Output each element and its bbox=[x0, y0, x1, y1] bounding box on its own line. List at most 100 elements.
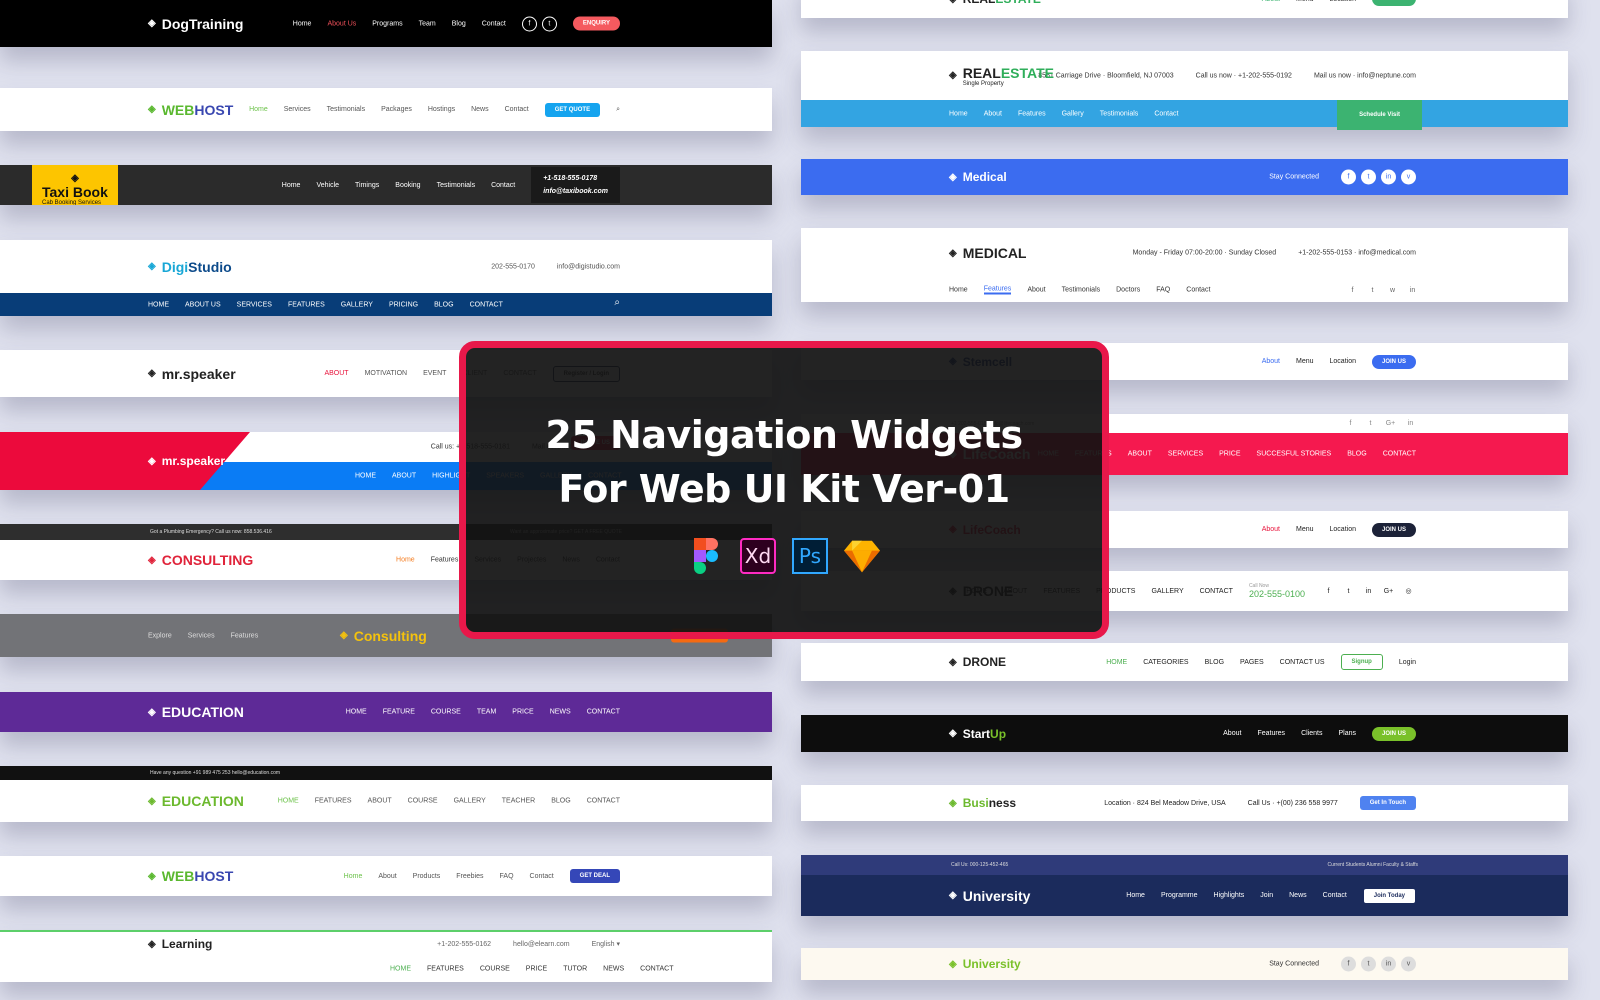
brand-logo[interactable]: ◈ EDUCATION bbox=[148, 704, 244, 720]
nav-item-blog[interactable]: Blog bbox=[452, 20, 466, 27]
social-in-icon[interactable]: in bbox=[1361, 584, 1376, 599]
social-t-icon[interactable]: t bbox=[1341, 584, 1356, 599]
brand-logo[interactable]: ◈ REALESTATE bbox=[949, 0, 1041, 6]
brand-logo[interactable]: ◈ Medical bbox=[949, 170, 1007, 184]
nav-item-blog[interactable]: BLOG bbox=[1205, 659, 1224, 666]
nav-item-location[interactable]: Location bbox=[1330, 526, 1356, 533]
nav-item-home[interactable]: Home bbox=[293, 20, 312, 27]
nav-item-menu[interactable]: Menu bbox=[1296, 0, 1314, 3]
nav-item-contact[interactable]: Contact bbox=[1323, 892, 1347, 899]
nav-item-features[interactable]: FEATURES bbox=[427, 966, 464, 973]
social-t-icon[interactable]: t bbox=[541, 16, 557, 31]
nav-item-menu[interactable]: Menu bbox=[1296, 358, 1314, 365]
nav-item-categories[interactable]: CATEGORIES bbox=[1143, 659, 1188, 666]
nav-item-menu[interactable]: Menu bbox=[1296, 526, 1314, 533]
social-in-icon[interactable]: in bbox=[1381, 956, 1396, 972]
brand-logo[interactable]: ◈ DRONE bbox=[949, 655, 1006, 669]
nav-item-about[interactable]: About bbox=[378, 873, 396, 880]
nav-item-contact[interactable]: Contact bbox=[505, 106, 529, 113]
social-f-icon[interactable]: f bbox=[1321, 584, 1336, 599]
social-t-icon[interactable]: t bbox=[1363, 416, 1378, 431]
nav-item-testimonials[interactable]: Testimonials bbox=[1100, 110, 1139, 117]
nav-item-contact[interactable]: CONTACT bbox=[470, 301, 503, 308]
cta-button[interactable]: JOIN US bbox=[1371, 354, 1416, 369]
nav-item-about-us[interactable]: ABOUT US bbox=[185, 301, 221, 308]
nav-item-gallery[interactable]: GALLERY bbox=[341, 301, 373, 308]
nav-item-testimonials[interactable]: Testimonials bbox=[437, 182, 476, 189]
nav-item-about[interactable]: ABOUT bbox=[1128, 451, 1152, 458]
nav-item-team[interactable]: Team bbox=[419, 20, 436, 27]
brand-logo[interactable]: ◈ REALESTATE Single Property bbox=[949, 65, 1054, 87]
nav-item-features[interactable]: Features bbox=[1257, 730, 1285, 737]
nav-item-home[interactable]: Home bbox=[249, 106, 268, 113]
nav-item-about[interactable]: About bbox=[1262, 526, 1280, 533]
nav-item-plans[interactable]: Plans bbox=[1338, 730, 1356, 737]
nav-item-features[interactable]: FEATURES bbox=[288, 301, 325, 308]
nav-item-highlights[interactable]: Highlights bbox=[1214, 892, 1245, 899]
nav-item-event[interactable]: EVENT bbox=[423, 370, 446, 377]
nav-item-about[interactable]: About bbox=[984, 110, 1002, 117]
nav-item-doctors[interactable]: Doctors bbox=[1116, 287, 1140, 294]
nav-item-services[interactable]: SERVICES bbox=[1168, 451, 1203, 458]
nav-item-home[interactable]: Home bbox=[396, 557, 415, 564]
brand-logo[interactable]: ◈ StartUp bbox=[949, 727, 1006, 741]
social-f-icon[interactable]: f bbox=[1343, 416, 1358, 431]
nav-item-price[interactable]: PRICE bbox=[512, 709, 533, 716]
nav-item-blog[interactable]: BLOG bbox=[551, 798, 570, 805]
cta-button[interactable]: JOIN US bbox=[1371, 522, 1416, 537]
nav-item-pages[interactable]: PAGES bbox=[1240, 659, 1264, 666]
nav-item-motivation[interactable]: MOTIVATION bbox=[365, 370, 408, 377]
social-f-icon[interactable]: f bbox=[521, 16, 537, 31]
social-f-icon[interactable]: f bbox=[1341, 169, 1356, 185]
nav-item-home[interactable]: Home bbox=[344, 873, 363, 880]
nav-item-contact[interactable]: Contact bbox=[491, 182, 515, 189]
nav-item-feature[interactable]: FEATURE bbox=[383, 709, 415, 716]
cta-button[interactable]: GET DEAL bbox=[569, 869, 620, 883]
nav-item-home[interactable]: HOME bbox=[355, 473, 376, 480]
nav-item-vehicle[interactable]: Vehicle bbox=[316, 182, 339, 189]
nav-item-contact[interactable]: CONTACT bbox=[640, 966, 673, 973]
cta-button[interactable]: JOIN US bbox=[1371, 726, 1416, 741]
nav-item-services[interactable]: Services bbox=[284, 106, 311, 113]
social-f-icon[interactable]: f bbox=[1341, 956, 1356, 972]
social-t-icon[interactable]: t bbox=[1361, 169, 1376, 185]
nav-item-booking[interactable]: Booking bbox=[395, 182, 420, 189]
social-g+-icon[interactable]: G+ bbox=[1381, 584, 1396, 599]
nav-item-gallery[interactable]: GALLERY bbox=[454, 798, 486, 805]
search-icon[interactable]: ⌕ bbox=[614, 297, 620, 308]
nav-item-features[interactable]: Features bbox=[431, 557, 459, 564]
nav-item-blog[interactable]: BLOG bbox=[434, 301, 453, 308]
brand-logo[interactable]: ◈ University bbox=[949, 888, 1030, 904]
brand-logo[interactable]: ◈ WEBHOST bbox=[148, 102, 233, 118]
top-links[interactable]: Current Students Alumni Faculty & Staffs bbox=[1327, 862, 1418, 868]
nav-item-home[interactable]: Home bbox=[282, 182, 301, 189]
nav-item-programs[interactable]: Programs bbox=[372, 20, 402, 27]
nav-item-gallery[interactable]: Gallery bbox=[1062, 110, 1084, 117]
nav-item-contact[interactable]: CONTACT bbox=[1200, 588, 1233, 595]
nav-item-gallery[interactable]: GALLERY bbox=[1151, 588, 1183, 595]
nav-item-news[interactable]: News bbox=[1289, 892, 1307, 899]
nav-item-news[interactable]: NEWS bbox=[550, 709, 571, 716]
nav-item-features[interactable]: Features bbox=[1018, 110, 1046, 117]
brand-logo[interactable]: ◈ Taxi Book Cab Booking Services bbox=[32, 165, 118, 205]
cta-button[interactable]: Get In Touch bbox=[1359, 796, 1416, 810]
brand-logo[interactable]: ◈ MEDICAL bbox=[949, 245, 1026, 261]
social-v-icon[interactable]: v bbox=[1401, 169, 1416, 185]
brand-logo[interactable]: ◈ DigiStudio bbox=[148, 259, 232, 275]
cta-button[interactable]: Join Today bbox=[1362, 887, 1416, 904]
nav-item-programme[interactable]: Programme bbox=[1161, 892, 1198, 899]
nav-item-services[interactable]: SERVICES bbox=[237, 301, 272, 308]
social-w-icon[interactable]: w bbox=[1385, 283, 1400, 298]
nav-item-course[interactable]: COURSE bbox=[431, 709, 461, 716]
nav-item-timings[interactable]: Timings bbox=[355, 182, 379, 189]
social-x-icon[interactable]: ◎ bbox=[1401, 584, 1416, 599]
cta-button[interactable]: Schedule Visit bbox=[1337, 100, 1422, 130]
nav-item-about[interactable]: About bbox=[1262, 358, 1280, 365]
nav-item-faq[interactable]: FAQ bbox=[500, 873, 514, 880]
nav-item-contact[interactable]: CONTACT bbox=[587, 798, 620, 805]
nav-item-home[interactable]: Home bbox=[949, 110, 968, 117]
nav-item-packages[interactable]: Packages bbox=[381, 106, 412, 113]
search-icon[interactable]: ⌕ bbox=[616, 106, 620, 114]
nav-item-about[interactable]: ABOUT bbox=[368, 798, 392, 805]
social-f-icon[interactable]: f bbox=[1345, 283, 1360, 298]
